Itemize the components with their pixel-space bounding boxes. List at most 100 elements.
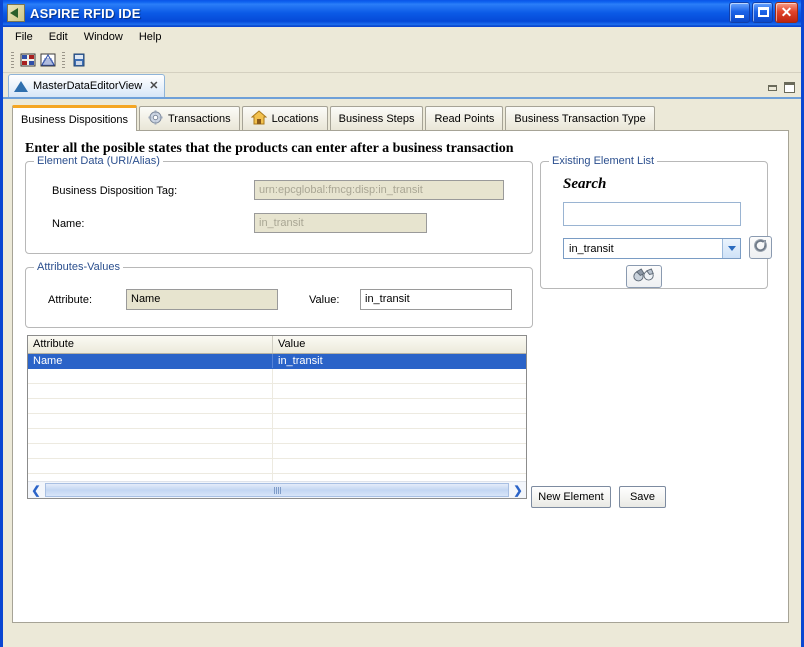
table-row[interactable] [28,399,526,414]
tab-business-transaction-type[interactable]: Business Transaction Type [505,106,655,131]
search-title: Search [563,176,607,192]
business-disposition-tag-field[interactable]: urn:epcglobal:fmcg:disp:in_transit [254,180,504,200]
cell-attribute [28,459,273,473]
new-element-button[interactable]: New Element [531,486,611,508]
tab-locations[interactable]: Locations [241,106,328,131]
content-area: Business Dispositions Transactions Locat… [3,99,801,647]
toolbar-grip[interactable] [11,51,14,68]
tab-business-dispositions[interactable]: Business Dispositions [12,105,137,131]
name-label: Name: [52,218,85,230]
tab-business-steps[interactable]: Business Steps [329,106,424,131]
name-field[interactable]: in_transit [254,213,427,233]
open-perspective-icon[interactable] [19,51,37,69]
cell-value [273,414,526,428]
binoculars-icon [632,267,656,287]
scroll-right-icon[interactable]: ❯ [510,482,526,498]
house-icon [250,110,267,128]
editor-tab-masterdataeditorview[interactable]: MasterDataEditorView ✕ [8,74,166,97]
tab-label: Transactions [168,113,231,125]
cell-value [273,399,526,413]
element-combo[interactable]: in_transit [563,238,741,259]
window-frame: ASPIRE RFID IDE ✕ File Edit Window Help [0,0,804,647]
cell-attribute [28,429,273,443]
tab-label: Read Points [434,113,495,125]
scrollbar-track[interactable] [45,483,509,497]
table-header-row: Attribute Value [28,336,526,354]
table-horizontal-scrollbar[interactable]: ❮ ❯ [28,481,526,498]
find-button[interactable] [626,265,662,288]
cell-value [273,369,526,383]
table-row[interactable] [28,369,526,384]
tab-label: Locations [271,113,319,125]
table-row[interactable] [28,459,526,474]
tab-label: Business Steps [338,113,415,125]
cell-attribute [28,444,273,458]
attributes-values-group: Attributes-Values Attribute: Name Value:… [25,261,533,328]
cell-attribute [28,369,273,383]
menu-bar: File Edit Window Help [3,27,801,47]
scroll-left-icon[interactable]: ❮ [28,482,44,498]
table-row[interactable] [28,414,526,429]
search-input[interactable] [563,202,741,226]
cell-value [273,429,526,443]
menu-help[interactable]: Help [133,29,170,46]
maximize-button[interactable] [752,2,773,23]
cell-value: in_transit [278,355,323,367]
minimize-button[interactable] [729,2,750,23]
aspire-logo-icon [7,4,25,22]
cell-attribute [28,414,273,428]
window-controls: ✕ [729,2,798,23]
title-bar: ASPIRE RFID IDE ✕ [3,0,801,27]
element-data-group: Element Data (URI/Alias) Business Dispos… [25,155,533,254]
menu-edit[interactable]: Edit [43,29,76,46]
refresh-button[interactable] [749,236,772,259]
business-disposition-tag-label: Business Disposition Tag: [52,185,178,197]
view-maximize-icon[interactable] [784,82,795,93]
table-row[interactable] [28,384,526,399]
attribute-input[interactable]: Name [126,289,278,310]
tab-transactions[interactable]: Transactions [139,106,240,131]
gear-icon [148,110,163,128]
scrollbar-thumb[interactable] [45,483,509,497]
attribute-label: Attribute: [48,294,93,306]
tab-panel-business-dispositions: Enter all the posible states that the pr… [12,130,789,623]
close-icon: ✕ [780,4,793,20]
application-window: ASPIRE RFID IDE ✕ File Edit Window Help [0,0,804,647]
view-minimize-icon[interactable] [768,84,777,91]
tab-label: Business Dispositions [21,113,128,126]
table-row[interactable]: Name in_transit [28,354,526,369]
attributes-values-legend: Attributes-Values [34,261,123,273]
editor-tab-row: MasterDataEditorView ✕ [3,73,801,99]
element-data-legend: Element Data (URI/Alias) [34,155,163,167]
save-button[interactable]: Save [619,486,666,508]
close-button[interactable]: ✕ [775,2,798,23]
editor-tab-label: MasterDataEditorView [33,80,143,92]
menu-file[interactable]: File [9,29,41,46]
table-header-value[interactable]: Value [273,336,526,353]
tab-read-points[interactable]: Read Points [425,106,504,131]
toolbar-grip-2[interactable] [62,51,65,68]
menu-window[interactable]: Window [78,29,131,46]
chevron-down-icon[interactable] [722,239,740,258]
cell-value [273,384,526,398]
window-title: ASPIRE RFID IDE [30,5,141,21]
value-input[interactable]: in_transit [360,289,512,310]
existing-element-list-group: Existing Element List Search in_transit [540,155,772,289]
cell-attribute [28,384,273,398]
refresh-icon [753,238,768,258]
table-header-attribute[interactable]: Attribute [28,336,273,353]
cell-value [273,459,526,473]
table-row[interactable] [28,444,526,459]
view-controls [768,82,795,93]
attributes-table[interactable]: Attribute Value Name in_transit ❮ ❯ [27,335,527,499]
view-triangle-icon [14,80,28,92]
table-row[interactable] [28,429,526,444]
save-file-icon[interactable] [70,51,88,69]
element-combo-value: in_transit [569,242,614,255]
new-wizard-icon[interactable] [39,51,57,69]
cell-value [273,444,526,458]
cell-attribute [28,399,273,413]
editor-tab-close-icon[interactable]: ✕ [149,80,158,92]
value-label: Value: [309,294,340,306]
existing-element-list-legend: Existing Element List [549,155,658,167]
